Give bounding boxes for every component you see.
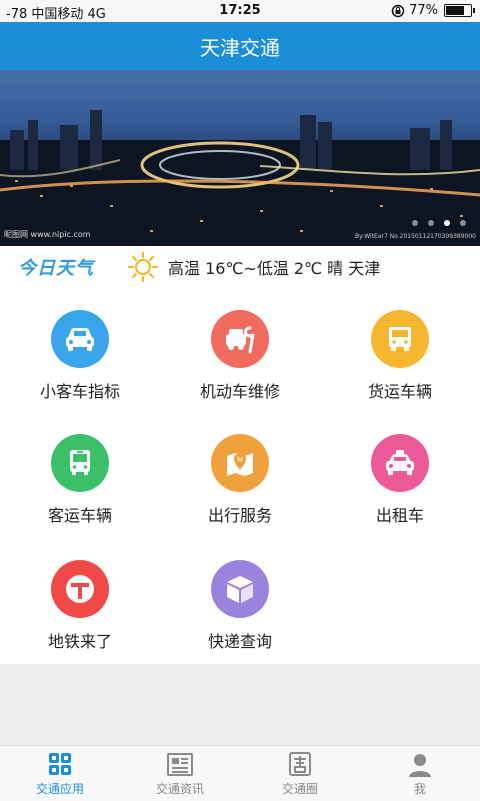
app-header: 天津交通 [0, 22, 480, 70]
service-label: 快递查询 [207, 632, 272, 651]
battery-percent: 77% [409, 3, 438, 18]
banner-credit-right: By:WitEar7 No.20150112170309389000 [354, 233, 476, 240]
service-express-query[interactable]: 快递查询 [160, 560, 320, 652]
package-icon [227, 576, 253, 603]
carousel-dot[interactable] [460, 220, 466, 226]
tab-traffic-news[interactable]: 交通资讯 [120, 746, 240, 801]
bottom-tab-bar: 交通应用 交通资讯 交通圈 我 [0, 745, 480, 801]
service-icon-circle [51, 434, 109, 492]
carousel-indicator[interactable] [412, 220, 466, 226]
service-passenger-vehicles[interactable]: 客运车辆 [0, 434, 160, 526]
carousel-dot[interactable] [428, 220, 434, 226]
tab-label: 交通资讯 [155, 782, 204, 796]
metro-icon [66, 575, 94, 603]
service-icon-circle [211, 310, 269, 368]
truck-icon [389, 327, 411, 351]
svg-text:M: M [237, 456, 243, 464]
service-vehicle-repair[interactable]: 机动车维修 [160, 310, 320, 402]
service-icon-circle [211, 560, 269, 618]
service-freight-vehicles[interactable]: 货运车辆 [320, 310, 480, 402]
rotation-lock-icon [391, 4, 405, 17]
circle-badge-icon [289, 752, 311, 776]
tab-traffic-apps[interactable]: 交通应用 [0, 746, 120, 801]
city-night-image [0, 110, 480, 246]
service-label: 货运车辆 [367, 382, 432, 401]
carousel-dot[interactable] [412, 220, 418, 226]
service-travel[interactable]: M 出行服务 [160, 434, 320, 526]
battery-icon [444, 4, 475, 17]
service-label: 机动车维修 [199, 382, 280, 401]
service-taxi[interactable]: 出租车 [320, 434, 480, 526]
grid-apps-icon [49, 753, 71, 775]
weather-summary: 高温 16℃~低温 2℃ 晴 天津 [168, 259, 381, 278]
service-small-car-quota[interactable]: 小客车指标 [0, 310, 160, 402]
map-pin-icon: M [227, 453, 253, 476]
service-label: 出行服务 [207, 506, 272, 525]
carousel-dot[interactable] [444, 220, 450, 226]
service-icon-circle [51, 310, 109, 368]
service-icon-circle [371, 434, 429, 492]
tab-label: 我 [413, 782, 426, 796]
car-icon [66, 328, 94, 351]
person-icon [409, 754, 431, 777]
services-grid: 小客车指标 机动车维修 货运车辆 客运车辆 M 出行服务 出租车 地铁来了 快递… [0, 288, 480, 664]
banner-credit-left: 昵图网 www.nipic.com [4, 230, 91, 239]
taxi-icon [386, 450, 414, 475]
status-right: 77% [391, 3, 475, 18]
service-metro[interactable]: 地铁来了 [0, 560, 160, 652]
bus-icon [70, 450, 90, 475]
service-label: 客运车辆 [47, 506, 112, 525]
service-icon-circle: M [211, 434, 269, 492]
tab-traffic-circle[interactable]: 交通圈 [240, 746, 360, 801]
sun-icon [128, 252, 158, 282]
status-bar: -78 中国移动 4G 17:25 77% [0, 0, 480, 22]
banner-carousel[interactable]: 昵图网 www.nipic.com By:WitEar7 No.20150112… [0, 70, 480, 246]
service-label: 小客车指标 [39, 382, 120, 401]
service-icon-circle [371, 310, 429, 368]
page-title: 天津交通 [200, 35, 280, 60]
weather-bar[interactable]: 今日天气 高温 16℃~低温 2℃ 晴 天津 [0, 246, 480, 289]
wrench-car-icon [226, 326, 255, 354]
tab-label: 交通应用 [35, 782, 84, 796]
tab-me[interactable]: 我 [360, 746, 480, 801]
tab-label: 交通圈 [281, 782, 318, 796]
newspaper-icon [167, 753, 193, 776]
weather-logo: 今日天气 [18, 258, 94, 279]
service-label: 地铁来了 [47, 632, 112, 651]
service-icon-circle [51, 560, 109, 618]
service-label: 出租车 [375, 506, 424, 525]
